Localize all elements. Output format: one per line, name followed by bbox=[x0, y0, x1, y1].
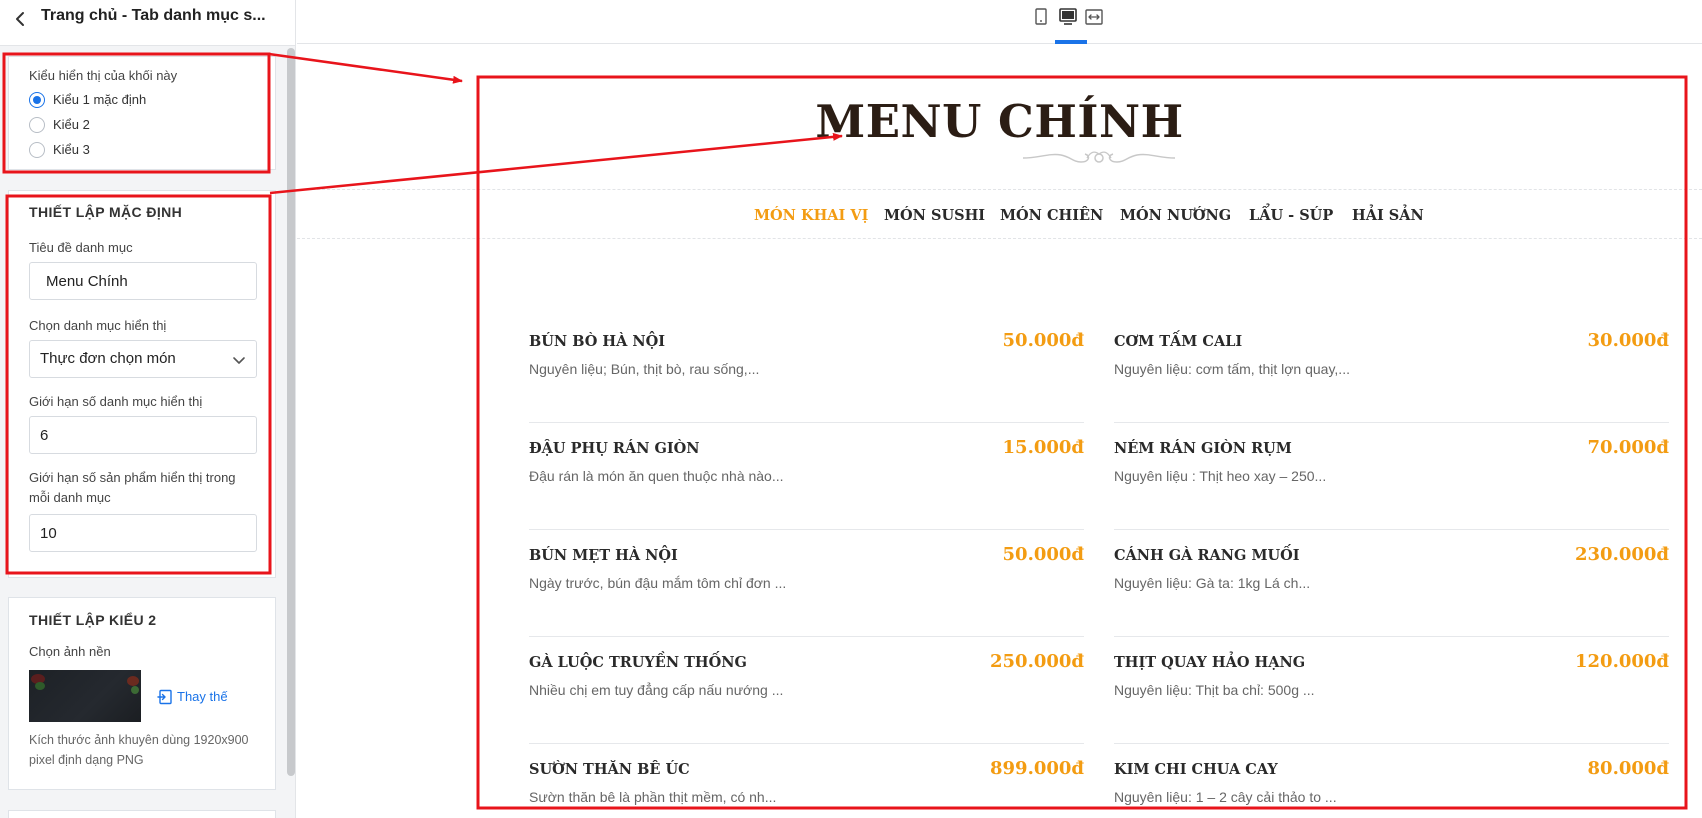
category-select-dropdown[interactable]: Thực đơn chọn món bbox=[29, 340, 257, 378]
menu-item-price: 230.000đ bbox=[1575, 544, 1669, 565]
menu-item-description: Nguyên liệu: 1 – 2 cây cải thảo to ... bbox=[1114, 789, 1337, 805]
menu-item[interactable]: NÉM RÁN GIÒN RỤM 70.000đ Nguyên liệu : T… bbox=[1114, 423, 1669, 530]
style2-settings-heading: THIẾT LẬP KIỂU 2 bbox=[29, 612, 157, 628]
replace-image-label: Thay thế bbox=[177, 689, 228, 704]
desktop-icon[interactable] bbox=[1057, 6, 1079, 28]
style2-settings-card: THIẾT LẬP KIỂU 2 Chọn ảnh nền Thay thế K… bbox=[8, 597, 276, 790]
menu-item-description: Nguyên liệu: Gà ta: 1kg Lá ch... bbox=[1114, 575, 1311, 591]
menu-item-name: BÚN MẸT HÀ NỘI bbox=[529, 547, 678, 564]
menu-preview: MENU CHÍNH MÓN KHAI VỊ MÓN SUSHI MÓN CHI… bbox=[297, 45, 1702, 818]
sidebar-title: Trang chủ - Tab danh mục s... bbox=[41, 7, 266, 24]
category-select-label: Chọn danh mục hiển thị bbox=[29, 318, 167, 333]
tabs-top-divider bbox=[297, 189, 1702, 190]
radio-label: Kiểu 1 mặc định bbox=[53, 92, 147, 107]
menu-item-description: Đậu rán là món ăn quen thuộc nhà nào... bbox=[529, 468, 784, 484]
chevron-down-icon bbox=[233, 357, 245, 364]
sidebar-scrollbar-thumb[interactable] bbox=[287, 48, 295, 776]
replace-image-icon bbox=[157, 689, 172, 705]
menu-item-price: 250.000đ bbox=[990, 651, 1084, 672]
thumbnail-decoration bbox=[127, 676, 139, 686]
menu-item[interactable]: THỊT QUAY HẢO HẠNG 120.000đ Nguyên liệu:… bbox=[1114, 637, 1669, 744]
menu-item-price: 15.000đ bbox=[1002, 437, 1084, 458]
menu-item[interactable]: ĐẬU PHỤ RÁN GIÒN 15.000đ Đậu rán là món … bbox=[529, 423, 1084, 530]
menu-item-name: SƯỜN THĂN BÊ ÚC bbox=[529, 761, 690, 778]
category-title-label: Tiêu đề danh mục bbox=[29, 240, 133, 255]
menu-item[interactable]: SƯỜN THĂN BÊ ÚC 899.000đ Sườn thăn bê là… bbox=[529, 744, 1084, 818]
category-limit-input[interactable] bbox=[29, 416, 257, 454]
radio-button[interactable] bbox=[29, 142, 45, 158]
display-style-label: Kiểu hiển thị của khối này bbox=[29, 68, 178, 83]
background-image-label: Chọn ảnh nền bbox=[29, 644, 111, 659]
tab-mon-chien[interactable]: MÓN CHIÊN bbox=[1000, 207, 1103, 224]
background-size-hint: Kích thước ảnh khuyên dùng 1920x900 pixe… bbox=[29, 733, 249, 767]
active-device-indicator bbox=[1055, 40, 1087, 44]
menu-item-price: 50.000đ bbox=[1002, 330, 1084, 351]
sidebar-header: Trang chủ - Tab danh mục s... bbox=[0, 0, 295, 46]
settings-sidebar: Trang chủ - Tab danh mục s... Kiểu hiển … bbox=[0, 0, 296, 818]
menu-item-price: 30.000đ bbox=[1587, 330, 1669, 351]
menu-item-price: 70.000đ bbox=[1587, 437, 1669, 458]
menu-item[interactable]: BÚN MẸT HÀ NỘI 50.000đ Ngày trước, bún đ… bbox=[529, 530, 1084, 637]
category-select-value: Thực đơn chọn món bbox=[40, 350, 176, 367]
radio-style-3[interactable]: Kiểu 3 bbox=[29, 141, 119, 161]
category-limit-label: Giới hạn số danh mục hiển thị bbox=[29, 394, 203, 409]
product-limit-label: Giới hạn số sản phẩm hiển thị trong mỗi … bbox=[29, 470, 236, 505]
menu-item[interactable]: BÚN BÒ HÀ NỘI 50.000đ Nguyên liệu; Bún, … bbox=[529, 316, 1084, 423]
thumbnail-decoration bbox=[35, 682, 45, 690]
radio-label: Kiểu 3 bbox=[53, 142, 90, 157]
menu-item-price: 899.000đ bbox=[990, 758, 1084, 779]
menu-item-price: 50.000đ bbox=[1002, 544, 1084, 565]
menu-item-description: Nguyên liệu: Thịt ba chỉ: 500g ... bbox=[1114, 682, 1315, 698]
title-ornament-icon bbox=[1022, 151, 1176, 163]
menu-item-name: BÚN BÒ HÀ NỘI bbox=[529, 333, 666, 350]
menu-item[interactable]: CÁNH GÀ RANG MUỐI 230.000đ Nguyên liệu: … bbox=[1114, 530, 1669, 637]
tab-lau-sup[interactable]: LẨU - SÚP bbox=[1249, 207, 1333, 224]
default-settings-heading: THIẾT LẬP MẶC ĐỊNH bbox=[29, 204, 183, 220]
radio-button-checked[interactable] bbox=[29, 92, 45, 108]
category-title-input[interactable] bbox=[29, 262, 257, 300]
menu-item-name: ĐẬU PHỤ RÁN GIÒN bbox=[529, 440, 700, 457]
tab-mon-khai-vi[interactable]: MÓN KHAI VỊ bbox=[754, 207, 868, 224]
menu-item-name: THỊT QUAY HẢO HẠNG bbox=[1114, 654, 1306, 671]
menu-item-name: GÀ LUỘC TRUYỀN THỐNG bbox=[529, 654, 747, 671]
thumbnail-decoration bbox=[131, 686, 139, 694]
menu-item-name: CÁNH GÀ RANG MUỐI bbox=[1114, 547, 1300, 564]
radio-label: Kiểu 2 bbox=[53, 117, 90, 132]
menu-item-name: NÉM RÁN GIÒN RỤM bbox=[1114, 440, 1292, 457]
tab-mon-sushi[interactable]: MÓN SUSHI bbox=[884, 207, 985, 224]
radio-button[interactable] bbox=[29, 117, 45, 133]
tabs-bottom-divider bbox=[297, 238, 1702, 239]
replace-image-button[interactable]: Thay thế bbox=[157, 688, 237, 708]
menu-item[interactable]: KIM CHI CHUA CAY 80.000đ Nguyên liệu: 1 … bbox=[1114, 744, 1669, 818]
menu-item-description: Nguyên liệu : Thịt heo xay – 250... bbox=[1114, 468, 1327, 484]
menu-title: MENU CHÍNH bbox=[815, 95, 1184, 148]
radio-style-2[interactable]: Kiểu 2 bbox=[29, 116, 119, 136]
menu-item[interactable]: CƠM TẤM CALI 30.000đ Nguyên liệu: cơm tấ… bbox=[1114, 316, 1669, 423]
tab-mon-nuong[interactable]: MÓN NƯỚNG bbox=[1120, 207, 1231, 224]
menu-item-description: Ngày trước, bún đậu mắm tôm chỉ đơn ... bbox=[529, 575, 787, 591]
tab-hai-san[interactable]: HẢI SẢN bbox=[1352, 207, 1424, 224]
menu-item-description: Nhiều chị em tuy đẳng cấp nấu nướng ... bbox=[529, 682, 784, 698]
mobile-icon[interactable] bbox=[1030, 6, 1052, 28]
menu-item-price: 80.000đ bbox=[1587, 758, 1669, 779]
menu-item-description: Nguyên liệu; Bún, thịt bò, rau sống,... bbox=[529, 361, 760, 377]
default-settings-card: THIẾT LẬP MẶC ĐỊNH Tiêu đề danh mục Chọn… bbox=[8, 190, 276, 578]
product-limit-input[interactable] bbox=[29, 514, 257, 552]
menu-item-description: Sườn thăn bê là phần thịt mềm, có nh... bbox=[529, 789, 777, 805]
next-settings-card bbox=[8, 810, 276, 818]
menu-item-description: Nguyên liệu: cơm tấm, thịt lợn quay,... bbox=[1114, 361, 1350, 377]
radio-style-1[interactable]: Kiểu 1 mặc định bbox=[29, 91, 169, 111]
category-tabs: MÓN KHAI VỊ MÓN SUSHI MÓN CHIÊN MÓN NƯỚN… bbox=[297, 207, 1702, 233]
menu-item-name: CƠM TẤM CALI bbox=[1114, 333, 1243, 350]
preview-toolbar bbox=[297, 0, 1702, 44]
back-arrow-icon[interactable] bbox=[10, 8, 32, 30]
display-style-card: Kiểu hiển thị của khối này Kiểu 1 mặc đị… bbox=[8, 56, 276, 170]
menu-item-price: 120.000đ bbox=[1575, 651, 1669, 672]
menu-item[interactable]: GÀ LUỘC TRUYỀN THỐNG 250.000đ Nhiều chị … bbox=[529, 637, 1084, 744]
fullwidth-icon[interactable] bbox=[1083, 6, 1105, 28]
background-image-thumbnail[interactable] bbox=[29, 670, 141, 722]
menu-item-name: KIM CHI CHUA CAY bbox=[1114, 761, 1278, 778]
